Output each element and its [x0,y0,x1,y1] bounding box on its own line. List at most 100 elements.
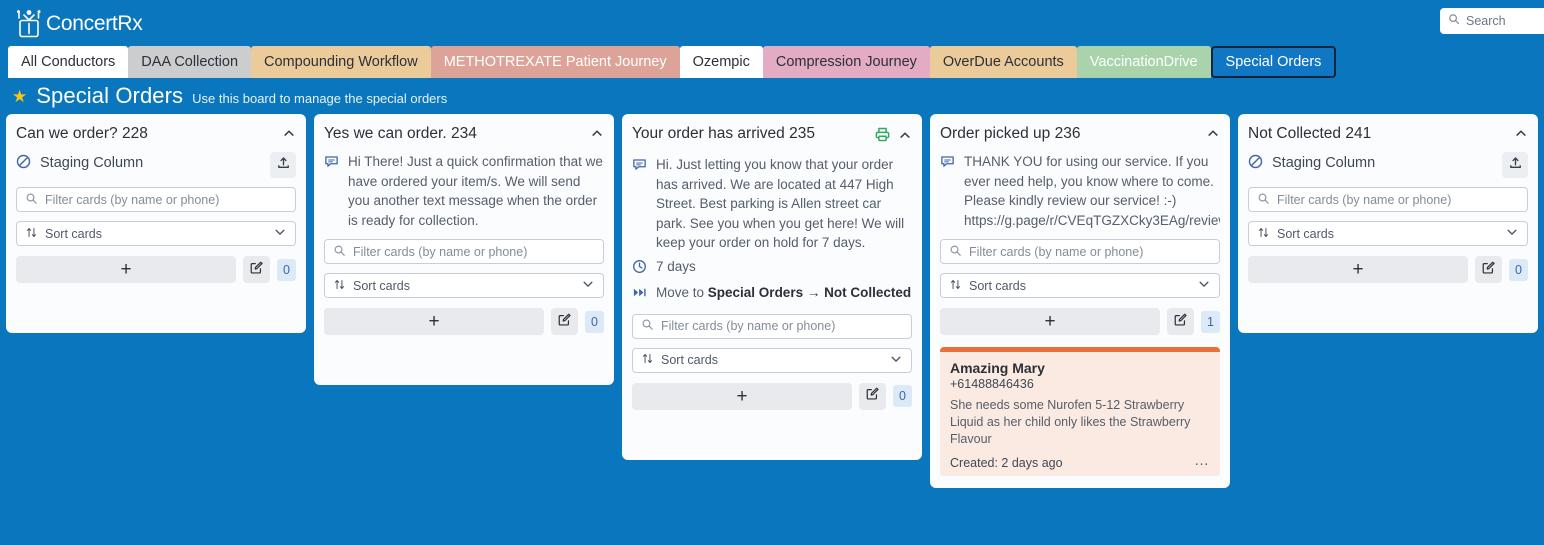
upload-button[interactable] [1502,152,1528,178]
filter-cards-input[interactable]: Filter cards (by name or phone) [324,239,604,265]
add-card-button[interactable]: + [1248,256,1468,283]
board-header: ★ Special Orders Use this board to manag… [0,78,1544,114]
tab-bar: All Conductors DAA Collection Compounding … [8,46,1544,78]
edit-square-icon [557,312,572,332]
column-meta-row: Staging Column [16,152,264,174]
column-card-list [1248,283,1528,321]
tab-label: Ozempic [692,54,750,70]
add-card-button[interactable]: + [324,308,544,336]
column-meta-row: THANK YOU for using our service. If you … [940,152,1220,230]
card-count-badge: 0 [277,258,296,281]
sort-cards-select[interactable]: Sort cards [940,273,1220,299]
page-title: Special Orders [36,83,184,108]
tab-label: All Conductors [21,54,116,70]
edit-square-icon [865,386,880,406]
chevron-up-icon[interactable] [282,126,296,145]
sort-arrows-icon [25,226,38,242]
tab-special-orders[interactable]: Special Orders [1210,46,1337,78]
chevron-down-icon [1197,277,1211,294]
card[interactable]: Amazing Mary +61488846436 She needs some N… [940,347,1220,476]
chevron-up-icon[interactable] [1206,126,1220,145]
column-duration-text: 7 days [656,258,696,274]
add-card-button[interactable]: + [632,382,852,410]
column-move-to-text: Move to Special Orders → Not Collected [656,283,911,303]
tab-compression-journey[interactable]: Compression Journey [762,46,930,78]
sort-cards-label: Sort cards [1277,226,1334,241]
tab-label: Compounding Workflow [264,54,418,70]
sort-cards-select[interactable]: Sort cards [16,221,296,246]
column-actions: +0 [16,256,296,283]
top-bar: ConcertRx Search [0,0,1544,46]
add-card-button[interactable]: + [16,256,236,283]
tab-daa-collection[interactable]: DAA Collection [128,46,252,78]
more-horizontal-icon[interactable]: … [1194,453,1210,470]
filter-cards-input[interactable]: Filter cards (by name or phone) [1248,187,1528,212]
card-count-badge: 1 [1201,310,1220,333]
filter-cards-input[interactable]: Filter cards (by name or phone) [940,239,1220,265]
search-icon [1257,192,1270,208]
edit-square-icon [249,260,264,280]
edit-column-button[interactable] [243,256,270,283]
move-to-prefix: Move to [656,284,708,300]
printer-icon[interactable] [874,126,891,148]
column-move-to: Move to Special Orders → Not Collected [632,283,912,305]
brand[interactable]: ConcertRx [14,7,143,39]
chevron-down-icon [273,225,287,242]
card-note: She needs some Nurofen 5-12 Strawberry L… [950,398,1191,446]
sort-cards-select[interactable]: Sort cards [632,347,912,373]
star-icon[interactable]: ★ [12,88,27,105]
board-subtitle: Use this board to manage the special ord… [192,90,448,106]
column-duration: 7 days [632,257,912,279]
column-title: Order picked up 236 [940,125,1081,142]
column-yes-we-can-order-234: Yes we can order. 234 Hi There! Just a qu… [314,114,614,386]
fast-forward-icon [632,283,647,305]
edit-column-button[interactable] [859,382,886,410]
column-actions: +0 [1248,256,1528,283]
column-actions: +1 [940,308,1220,336]
tab-ozempic[interactable]: Ozempic [679,46,763,78]
tab-overdue-accounts[interactable]: OverDue Accounts [929,46,1077,78]
tab-all-conductors[interactable]: All Conductors [8,46,129,78]
chevron-up-icon[interactable] [590,126,604,145]
column-header: Order picked up 236 [940,124,1220,145]
column-can-we-order-228: Can we order? 228 Staging Column Filter ca… [6,114,306,333]
edit-column-button[interactable] [1475,256,1502,283]
chevron-down-icon [1505,225,1519,242]
tab-label: Special Orders [1225,54,1322,70]
tab-vaccinationdrive[interactable]: VaccinationDrive [1076,46,1211,78]
column-header-actions [282,124,296,145]
column-meta-text: Staging Column [40,155,144,171]
search-input[interactable]: Search [1440,8,1544,34]
column-meta-url[interactable]: https://g.page/r/CVEqTGZXCky3EAg/review [964,211,1220,231]
upload-icon [276,155,291,175]
filter-cards-input[interactable]: Filter cards (by name or phone) [632,313,912,339]
filter-placeholder: Filter cards (by name or phone) [45,192,220,207]
column-header: Not Collected 241 [1248,124,1528,145]
edit-column-button[interactable] [1167,308,1194,336]
tab-label: VaccinationDrive [1089,54,1198,70]
sort-cards-select[interactable]: Sort cards [1248,221,1528,246]
column-header-actions [590,124,604,145]
add-card-button[interactable]: + [940,308,1160,336]
edit-column-button[interactable] [551,308,578,336]
speech-bubble-icon [632,155,647,177]
edit-square-icon [1173,312,1188,332]
sort-cards-select[interactable]: Sort cards [324,273,604,299]
column-header-actions [874,124,912,148]
chevron-up-icon[interactable] [898,128,912,147]
column-title: Your order has arrived 235 [632,125,815,142]
filter-cards-input[interactable]: Filter cards (by name or phone) [16,187,296,212]
no-entry-icon [1248,152,1263,174]
search-icon [1448,12,1460,30]
clock-icon [632,257,647,279]
column-meta-text: Staging Column [1272,155,1376,171]
move-to-target: Special Orders → Not Collected [707,284,912,300]
column-order-picked-up-236: Order picked up 236 THANK YOU for using o… [930,114,1230,488]
sort-arrows-icon [1257,226,1270,242]
tab-compounding-workflow[interactable]: Compounding Workflow [251,46,431,78]
column-title: Yes we can order. 234 [324,125,477,142]
chevron-up-icon[interactable] [1514,126,1528,145]
tab-methotrexate-patient-journey[interactable]: METHOTREXATE Patient Journey [430,46,680,78]
upload-button[interactable] [270,152,296,178]
chevron-down-icon [889,352,903,369]
